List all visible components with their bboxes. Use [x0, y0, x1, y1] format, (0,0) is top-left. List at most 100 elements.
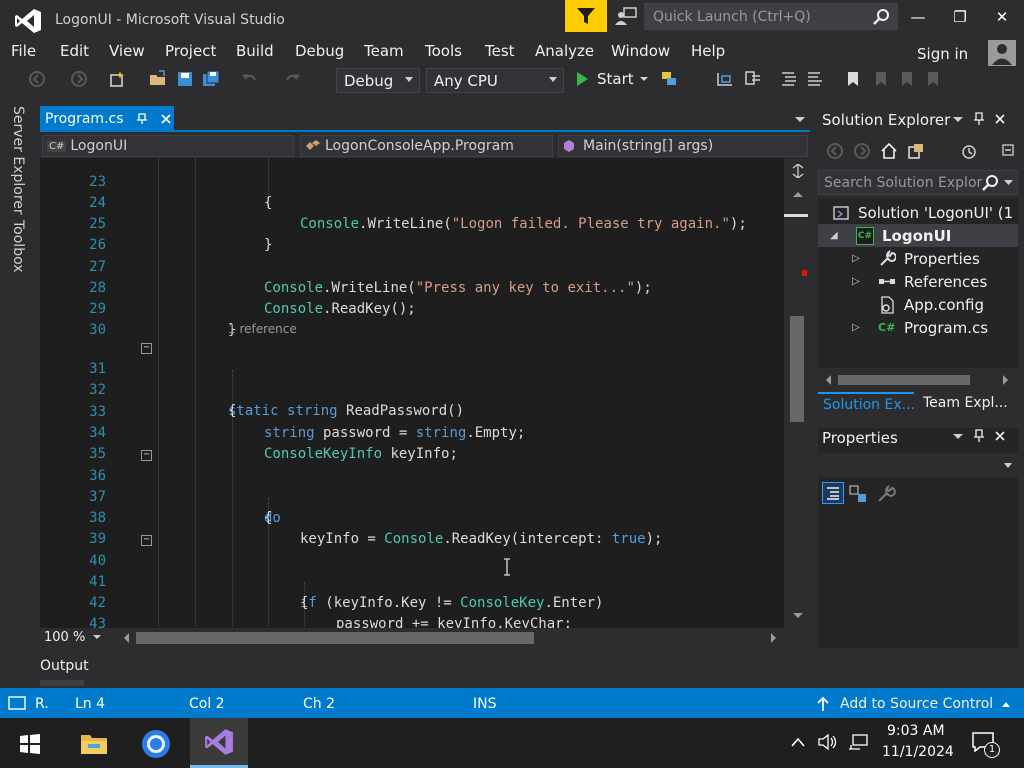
pin-icon[interactable] — [973, 429, 985, 443]
restore-button[interactable]: ❐ — [940, 4, 980, 30]
menu-team[interactable]: Team — [364, 42, 404, 60]
menu-file[interactable]: File — [11, 42, 36, 60]
tree-item-app-config[interactable]: App.config — [818, 293, 1018, 316]
feedback-person-icon[interactable] — [614, 6, 638, 26]
scroll-left-icon[interactable] — [824, 374, 832, 386]
clock-time[interactable]: 9:03 AM — [887, 723, 945, 739]
network-icon[interactable] — [848, 734, 870, 750]
window-position-chevron-icon[interactable] — [952, 433, 964, 441]
properties-object-dropdown[interactable] — [818, 453, 1018, 477]
menu-help[interactable]: Help — [691, 42, 725, 60]
switch-views-icon[interactable] — [907, 142, 925, 160]
undo-icon[interactable] — [240, 70, 258, 88]
step-into-icon[interactable] — [716, 70, 734, 88]
expanded-arrow-icon[interactable]: ◢ — [830, 230, 838, 241]
class-dropdown[interactable]: LogonConsoleApp.Program — [300, 135, 553, 157]
add-to-source-control-button[interactable]: Add to Source Control — [816, 696, 1011, 712]
collapse-icon[interactable]: − — [141, 450, 152, 461]
account-avatar-icon[interactable] — [988, 40, 1016, 66]
tree-item-project[interactable]: ◢ C# LogonUI — [818, 224, 1018, 247]
action-center-button[interactable]: 1 — [972, 732, 1002, 758]
bookmark-icon[interactable] — [844, 70, 862, 88]
sign-in-link[interactable]: Sign in — [917, 45, 968, 63]
project-dropdown[interactable]: C# LogonUI — [42, 135, 294, 157]
feedback-filter-button[interactable] — [565, 0, 607, 32]
solution-platform-dropdown[interactable]: Any CPU — [426, 68, 564, 93]
menu-project[interactable]: Project — [165, 42, 216, 60]
tab-solution-explorer[interactable]: Solution Ex... — [818, 392, 914, 416]
collapsed-arrow-icon[interactable]: ▷ — [852, 322, 860, 333]
toolbox-tab[interactable]: Toolbox — [10, 220, 26, 273]
clock-date[interactable]: 11/1/2024 — [882, 744, 954, 760]
taskbar-file-explorer[interactable] — [74, 724, 114, 764]
collapsed-arrow-icon[interactable]: ▷ — [852, 276, 860, 287]
alphabetical-icon[interactable] — [848, 484, 868, 504]
redo-icon[interactable] — [284, 70, 302, 88]
window-position-chevron-icon[interactable] — [952, 116, 964, 124]
navigate-forward-icon[interactable] — [70, 70, 88, 88]
menu-debug[interactable]: Debug — [295, 42, 344, 60]
minimize-button[interactable]: — — [898, 4, 938, 30]
scroll-up-icon[interactable] — [792, 190, 804, 198]
close-icon[interactable] — [994, 113, 1006, 125]
home-icon[interactable] — [880, 142, 898, 160]
next-bookmark-icon[interactable] — [898, 70, 916, 88]
step-over-icon[interactable] — [744, 70, 762, 88]
output-window-tab[interactable]: Output — [40, 658, 89, 674]
collapse-icon[interactable]: − — [141, 535, 152, 546]
tab-team-explorer[interactable]: Team Expl... — [918, 392, 1018, 416]
output-window-icon[interactable] — [8, 696, 26, 710]
horizontal-scrollbar-thumb[interactable] — [136, 632, 534, 644]
member-dropdown[interactable]: Main(string[] args) — [558, 135, 808, 157]
find-in-files-icon[interactable] — [660, 70, 678, 88]
open-file-icon[interactable] — [149, 70, 167, 88]
menu-build[interactable]: Build — [236, 42, 274, 60]
menu-test[interactable]: Test — [485, 42, 515, 60]
collapsed-arrow-icon[interactable]: ▷ — [852, 253, 860, 264]
categorized-view-button[interactable] — [822, 482, 844, 504]
scroll-right-icon[interactable] — [1002, 374, 1010, 386]
taskbar-visual-studio[interactable] — [190, 718, 248, 768]
volume-icon[interactable] — [818, 734, 838, 750]
menu-edit[interactable]: Edit — [60, 42, 89, 60]
menu-view[interactable]: View — [109, 42, 145, 60]
property-pages-wrench-icon[interactable] — [876, 484, 896, 504]
collapse-icon[interactable]: − — [141, 343, 152, 354]
code-editor[interactable]: 23 { 24 Console.WriteLine("Logon failed.… — [40, 158, 784, 628]
split-window-icon[interactable] — [792, 164, 804, 178]
pin-icon[interactable] — [973, 112, 985, 126]
tab-program-cs[interactable]: Program.cs — [40, 106, 174, 132]
collapse-all-icon[interactable] — [1000, 142, 1018, 160]
quick-launch-input[interactable]: Quick Launch (Ctrl+Q) — [644, 3, 898, 30]
navigate-back-icon[interactable] — [28, 70, 46, 88]
close-button[interactable]: ✕ — [982, 4, 1022, 30]
tab-overflow-chevron-icon[interactable] — [794, 116, 806, 124]
pin-icon[interactable] — [136, 113, 148, 125]
new-project-icon[interactable] — [108, 70, 126, 88]
clear-bookmarks-icon[interactable] — [924, 70, 942, 88]
show-hidden-icons-chevron-icon[interactable] — [790, 736, 806, 748]
solution-explorer-search-input[interactable]: Search Solution Explor — [818, 170, 1018, 195]
zoom-level-dropdown[interactable]: 100 % — [44, 630, 102, 645]
chevron-down-icon[interactable] — [1004, 180, 1013, 186]
menu-tools[interactable]: Tools — [425, 42, 462, 60]
scrollbar-thumb[interactable] — [790, 316, 804, 422]
menu-analyze[interactable]: Analyze — [535, 42, 594, 60]
save-all-icon[interactable] — [202, 70, 220, 88]
forward-icon[interactable] — [853, 142, 871, 160]
start-debugging-button[interactable]: Start — [574, 70, 649, 88]
taskbar-chrome[interactable] — [136, 724, 176, 764]
pending-changes-filter-icon[interactable] — [960, 142, 978, 160]
server-explorer-tab[interactable]: Server Explorer — [10, 106, 26, 215]
solution-configuration-dropdown[interactable]: Debug — [336, 68, 420, 93]
scroll-left-icon[interactable] — [122, 632, 130, 644]
previous-bookmark-icon[interactable] — [872, 70, 890, 88]
editor-vertical-scrollbar[interactable] — [784, 158, 810, 628]
tree-item-program-cs[interactable]: ▷ C# Program.cs — [818, 316, 1018, 339]
comment-lines-icon[interactable] — [780, 70, 798, 88]
uncomment-lines-icon[interactable] — [806, 70, 824, 88]
scroll-right-icon[interactable] — [770, 632, 778, 644]
start-button[interactable] — [10, 724, 50, 764]
scroll-down-icon[interactable] — [792, 612, 804, 620]
menu-window[interactable]: Window — [611, 42, 670, 60]
